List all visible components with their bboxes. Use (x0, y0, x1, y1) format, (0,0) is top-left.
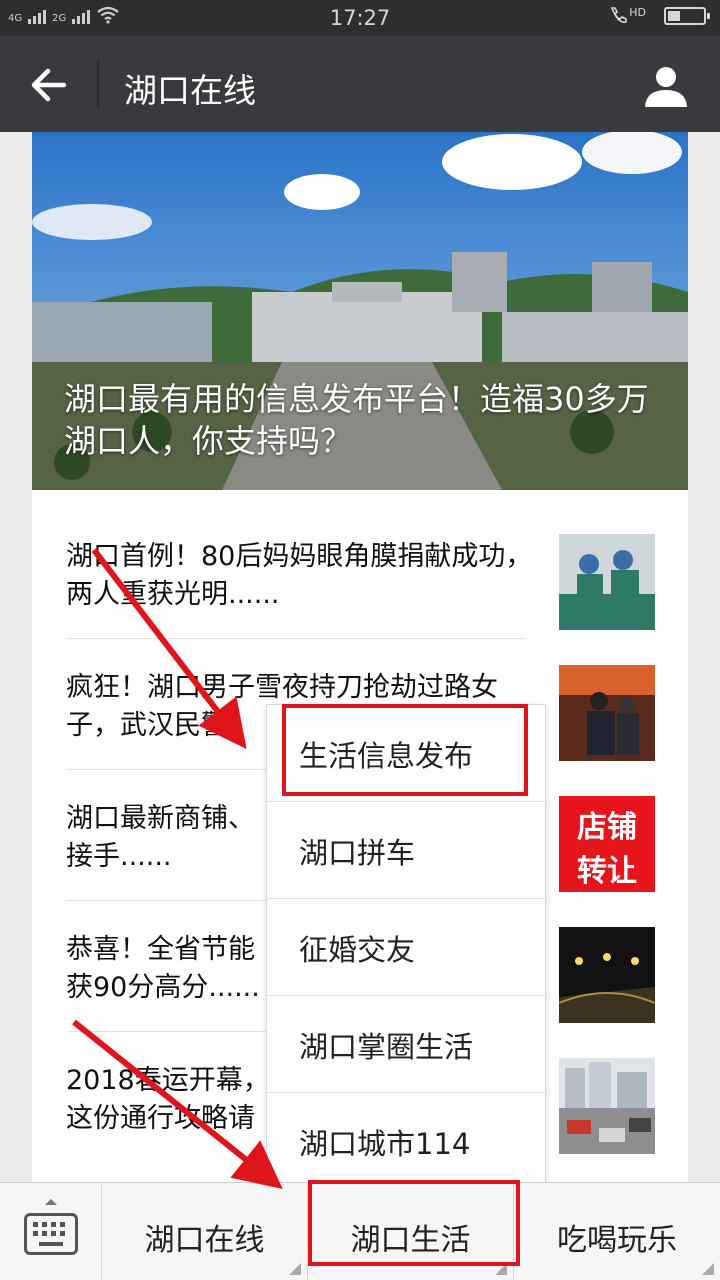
annotation-arrows (72, 548, 283, 1189)
